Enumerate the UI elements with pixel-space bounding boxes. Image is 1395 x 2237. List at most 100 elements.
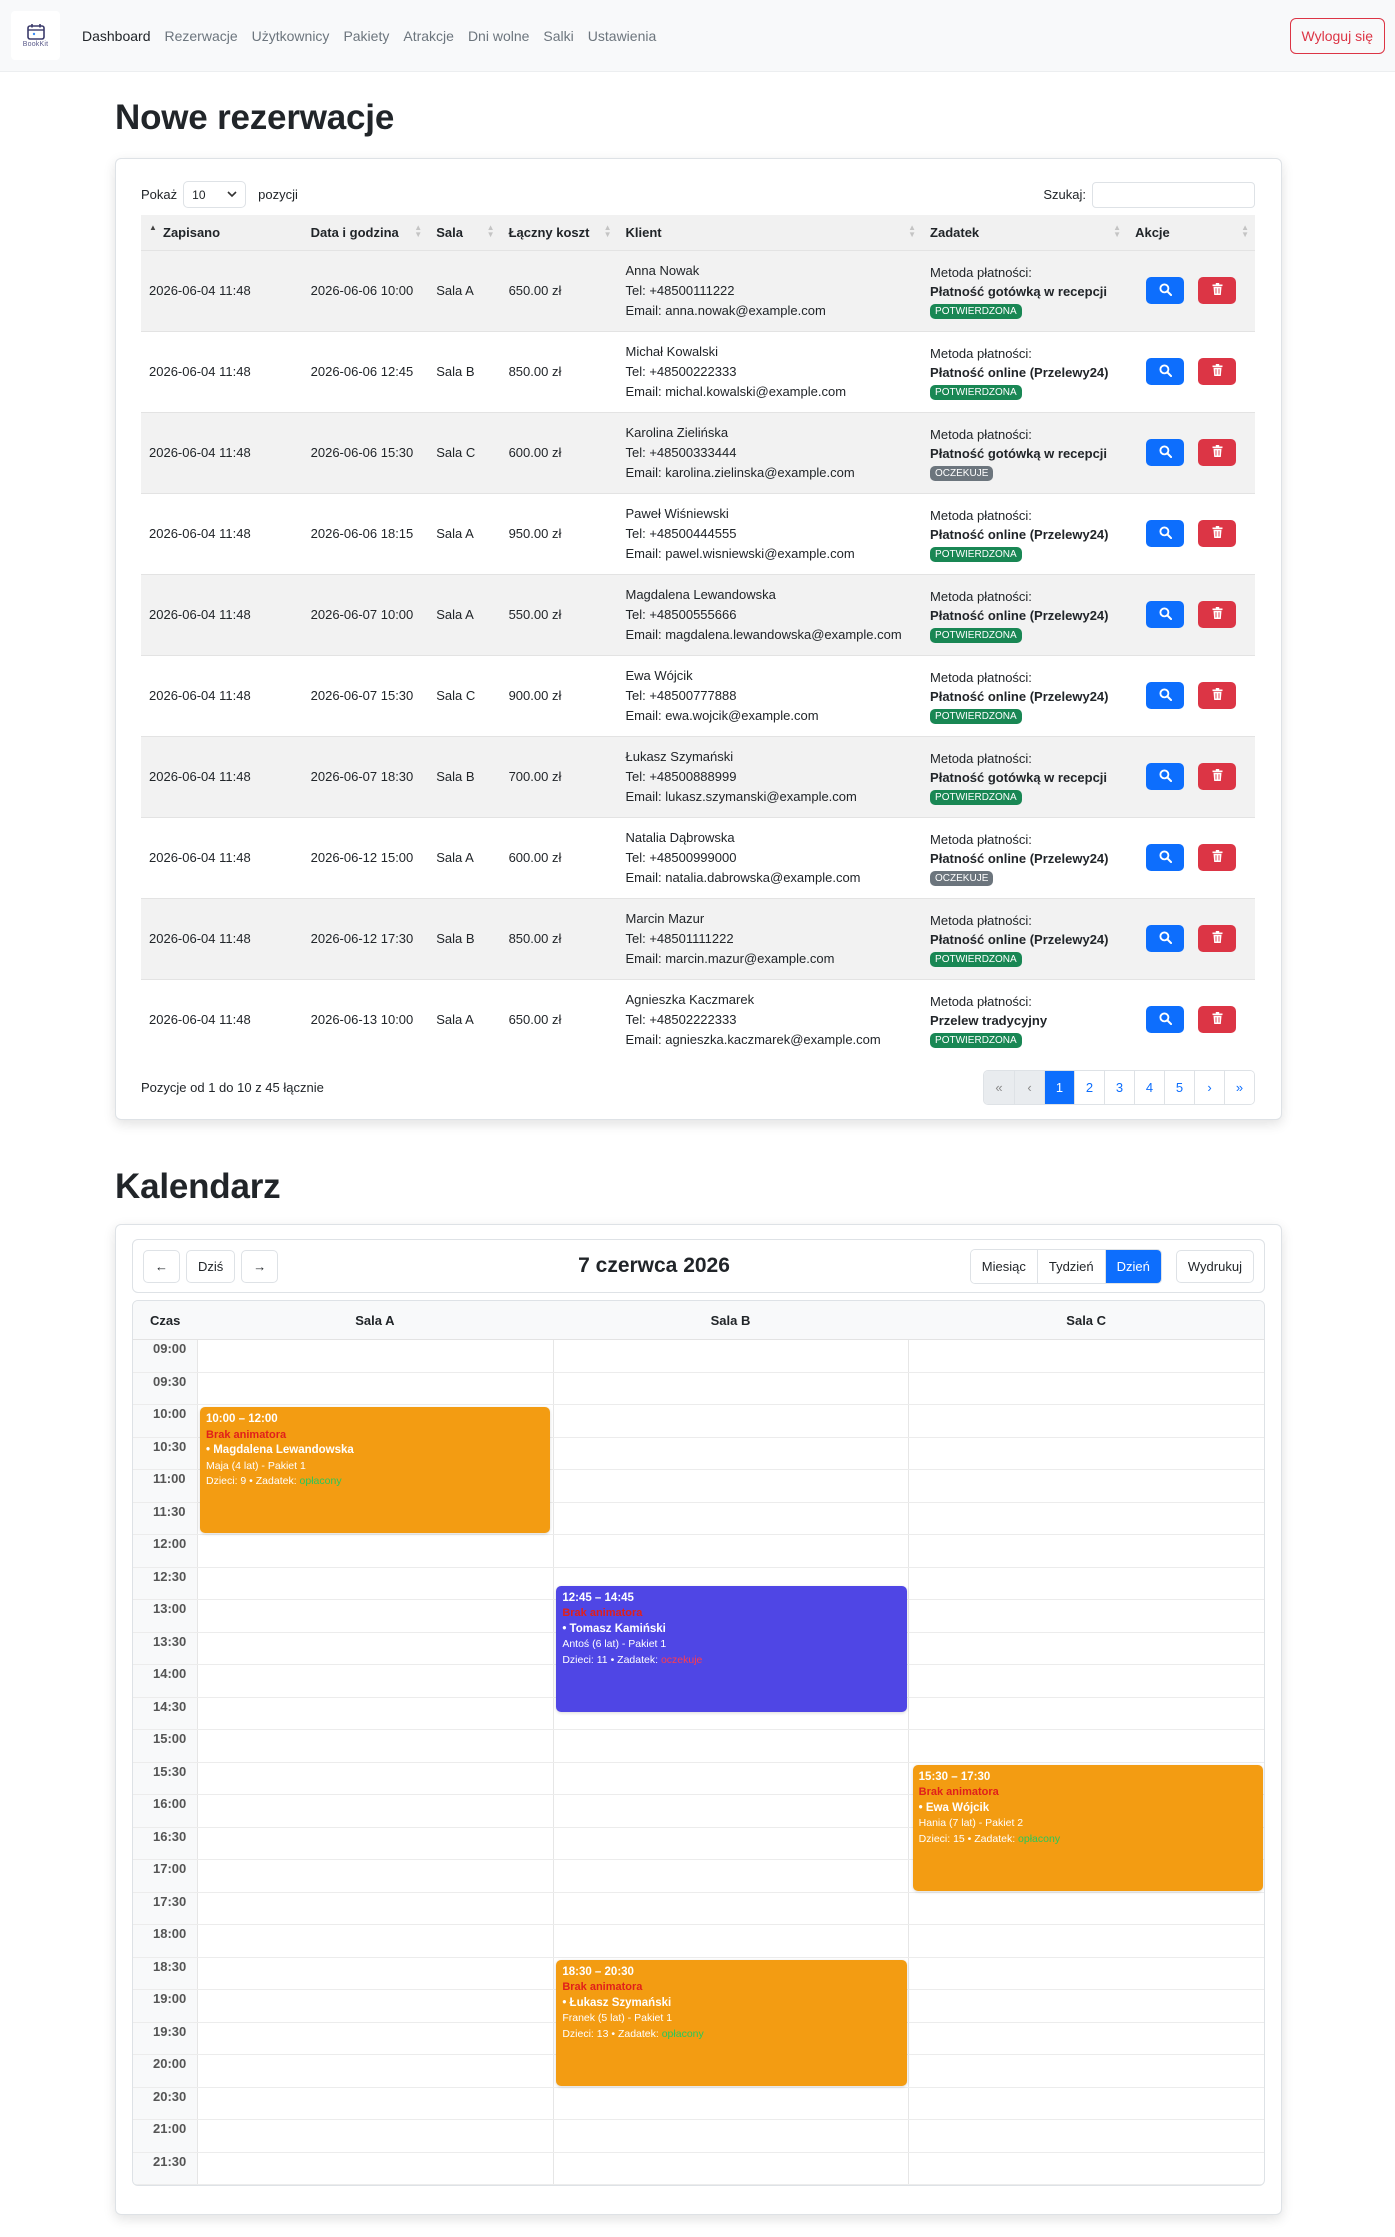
time-slot-cell[interactable] — [908, 1340, 1264, 1372]
time-slot-cell[interactable] — [908, 1697, 1264, 1729]
page-button-4[interactable]: 4 — [1134, 1071, 1164, 1104]
time-slot-cell[interactable] — [908, 2055, 1264, 2087]
print-button[interactable]: Wydrukuj — [1175, 1249, 1254, 1283]
time-slot-cell[interactable] — [197, 1632, 553, 1664]
nav-item-dni-wolne[interactable]: Dni wolne — [461, 28, 536, 44]
time-slot-cell[interactable] — [197, 1600, 553, 1632]
time-slot-cell[interactable] — [552, 1795, 909, 1827]
view-button[interactable] — [1146, 277, 1185, 304]
time-slot-cell[interactable] — [552, 1892, 909, 1924]
time-slot-cell[interactable] — [552, 1340, 909, 1372]
view-button[interactable] — [1146, 601, 1185, 628]
next-day-button[interactable]: → — [241, 1249, 279, 1283]
column-header-akcje[interactable]: Akcje ▲ ▼ — [1127, 215, 1255, 250]
time-slot-cell[interactable] — [908, 1632, 1264, 1664]
time-slot-cell[interactable] — [908, 1990, 1264, 2022]
time-slot-cell[interactable] — [197, 1730, 553, 1762]
delete-button[interactable] — [1198, 439, 1237, 466]
nav-item-atrakcje[interactable]: Atrakcje — [396, 28, 461, 44]
time-slot-cell[interactable] — [552, 1470, 909, 1502]
time-slot-cell[interactable] — [908, 1957, 1264, 1989]
view-tydzien-button[interactable]: Tydzień — [1036, 1249, 1105, 1283]
delete-button[interactable] — [1198, 601, 1237, 628]
column-header-data-i-godzina[interactable]: Data i godzina ▲ ▼ — [302, 215, 429, 250]
calendar-event[interactable]: 12:45 – 14:45 Brak animatora • Tomasz Kami… — [556, 1585, 907, 1712]
column-header-zapisano[interactable]: Zapisano ▲ — [141, 215, 303, 250]
time-slot-cell[interactable] — [908, 1892, 1264, 1924]
nav-item-uzytkownicy[interactable]: Użytkownicy — [245, 28, 337, 44]
view-dzien-button[interactable]: Dzień — [1104, 1249, 1161, 1283]
time-slot-cell[interactable] — [197, 1665, 553, 1697]
time-slot-cell[interactable] — [197, 1990, 553, 2022]
time-slot-cell[interactable] — [908, 2120, 1264, 2152]
time-slot-cell[interactable] — [552, 1405, 909, 1437]
page-button-1[interactable]: 1 — [1044, 1071, 1074, 1104]
column-header-sala[interactable]: Sala ▲ ▼ — [428, 215, 501, 250]
column-header-zadatek[interactable]: Zadatek ▲ ▼ — [922, 215, 1128, 250]
page-button-5[interactable]: 5 — [1164, 1071, 1194, 1104]
nav-item-salki[interactable]: Salki — [536, 28, 580, 44]
time-slot-cell[interactable] — [197, 1567, 553, 1599]
time-slot-cell[interactable] — [908, 1730, 1264, 1762]
column-header-laczny-koszt[interactable]: Łączny koszt ▲ ▼ — [500, 215, 618, 250]
time-slot-cell[interactable] — [552, 1372, 909, 1404]
nav-item-ustawienia[interactable]: Ustawienia — [581, 28, 663, 44]
delete-button[interactable] — [1198, 520, 1237, 547]
time-slot-cell[interactable] — [908, 2152, 1264, 2184]
time-slot-cell[interactable] — [197, 1957, 553, 1989]
time-slot-cell[interactable] — [197, 1795, 553, 1827]
time-slot-cell[interactable] — [197, 1340, 553, 1372]
delete-button[interactable] — [1198, 925, 1237, 952]
delete-button[interactable] — [1198, 1006, 1237, 1034]
view-button[interactable] — [1146, 358, 1185, 385]
time-slot-cell[interactable] — [908, 1502, 1264, 1534]
page-button-2[interactable]: 2 — [1074, 1071, 1104, 1104]
page-size-select[interactable]: 10 — [183, 181, 247, 208]
view-button[interactable] — [1146, 763, 1185, 790]
delete-button[interactable] — [1198, 763, 1237, 790]
next-page-button[interactable]: › — [1194, 1071, 1224, 1104]
time-slot-cell[interactable] — [197, 2055, 553, 2087]
time-slot-cell[interactable] — [552, 1535, 909, 1567]
time-slot-cell[interactable] — [552, 1502, 909, 1534]
logout-button[interactable]: Wyloguj się — [1289, 17, 1385, 54]
time-slot-cell[interactable] — [552, 2087, 909, 2119]
time-slot-cell[interactable] — [552, 1437, 909, 1469]
time-slot-cell[interactable] — [552, 1860, 909, 1892]
time-slot-cell[interactable] — [552, 2152, 909, 2184]
time-slot-cell[interactable] — [197, 1535, 553, 1567]
time-slot-cell[interactable] — [908, 1437, 1264, 1469]
nav-item-rezerwacje[interactable]: Rezerwacje — [158, 28, 245, 44]
delete-button[interactable] — [1198, 844, 1237, 871]
view-button[interactable] — [1146, 682, 1185, 709]
time-slot-cell[interactable] — [908, 1665, 1264, 1697]
delete-button[interactable] — [1198, 277, 1237, 304]
time-slot-cell[interactable] — [908, 1567, 1264, 1599]
first-page-button[interactable]: « — [984, 1071, 1014, 1104]
time-slot-cell[interactable] — [908, 1535, 1264, 1567]
time-slot-cell[interactable] — [197, 1860, 553, 1892]
time-slot-cell[interactable] — [197, 2087, 553, 2119]
view-button[interactable] — [1146, 844, 1185, 871]
delete-button[interactable] — [1198, 682, 1237, 709]
time-slot-cell[interactable] — [908, 1405, 1264, 1437]
nav-item-pakiety[interactable]: Pakiety — [336, 28, 396, 44]
time-slot-cell[interactable] — [197, 1827, 553, 1859]
prev-day-button[interactable]: ← — [143, 1249, 180, 1283]
time-slot-cell[interactable] — [552, 1925, 909, 1957]
time-slot-cell[interactable] — [197, 1925, 553, 1957]
column-header-klient[interactable]: Klient ▲ ▼ — [617, 215, 923, 250]
time-slot-cell[interactable] — [197, 1762, 553, 1794]
prev-page-button[interactable]: ‹ — [1014, 1071, 1044, 1104]
time-slot-cell[interactable] — [908, 1600, 1264, 1632]
nav-item-dashboard[interactable]: Dashboard — [82, 28, 158, 44]
time-slot-cell[interactable] — [908, 1470, 1264, 1502]
time-slot-cell[interactable] — [552, 1762, 909, 1794]
page-button-3[interactable]: 3 — [1104, 1071, 1134, 1104]
time-slot-cell[interactable] — [908, 1372, 1264, 1404]
view-button[interactable] — [1146, 925, 1185, 952]
time-slot-cell[interactable] — [197, 1892, 553, 1924]
search-input[interactable] — [1092, 181, 1255, 208]
last-page-button[interactable]: » — [1224, 1071, 1254, 1104]
calendar-event[interactable]: 15:30 – 17:30 Brak animatora • Ewa Wójcik H… — [912, 1764, 1263, 1891]
